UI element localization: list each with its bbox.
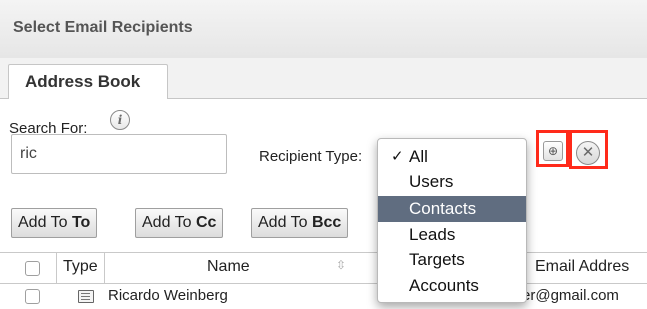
info-icon[interactable]: i [110, 110, 130, 130]
tab-address-book-label: Address Book [25, 72, 141, 91]
magnifier-plus-icon[interactable]: ⊕ [543, 141, 563, 161]
column-divider [56, 253, 57, 283]
row-email: er@gmail.com [522, 287, 619, 304]
add-cc-button[interactable]: Add To Cc [135, 208, 224, 238]
column-divider [104, 253, 105, 283]
add-bcc-strong: Bcc [311, 214, 342, 231]
clear-x-icon[interactable]: ✕ [576, 141, 600, 165]
option-targets[interactable]: Targets [378, 247, 526, 273]
tab-address-book[interactable]: Address Book [8, 64, 168, 99]
add-bcc-button[interactable]: Add To Bcc [251, 208, 349, 238]
select-all-checkbox[interactable] [25, 261, 40, 276]
column-email[interactable]: Email Addres [535, 258, 629, 276]
option-contacts[interactable]: Contacts [378, 196, 526, 222]
recipient-type-label: Recipient Type: [259, 148, 363, 165]
option-all[interactable]: ✓ All [378, 144, 526, 170]
add-cc-strong: Cc [195, 214, 217, 231]
option-users[interactable]: Users [378, 169, 526, 195]
add-to-button[interactable]: Add To To [11, 208, 98, 238]
search-input[interactable] [11, 134, 227, 174]
tab-strip: Address Book [0, 58, 647, 99]
table-row[interactable]: Ricardo Weinberg er@gmail.com [0, 283, 647, 309]
row-name: Ricardo Weinberg [108, 287, 228, 304]
column-type[interactable]: Type [63, 258, 98, 276]
add-cc-prefix: Add To [142, 214, 196, 231]
add-to-prefix: Add To [18, 214, 72, 231]
sort-icon[interactable]: ⇳ [336, 258, 346, 272]
row-checkbox[interactable] [25, 289, 40, 304]
column-name[interactable]: Name [207, 258, 250, 276]
option-leads[interactable]: Leads [378, 222, 526, 248]
recipient-type-dropdown[interactable]: ✓ All Users Contacts Leads Targets Accou… [377, 138, 527, 303]
contact-card-icon [78, 290, 94, 303]
option-accounts[interactable]: Accounts [378, 273, 526, 299]
checkmark-icon: ✓ [391, 148, 404, 165]
add-bcc-prefix: Add To [258, 214, 312, 231]
add-to-strong: To [71, 214, 91, 231]
results-table-header: Type Name ⇳ Email Addres [0, 252, 647, 284]
dialog-header: Select Email Recipients [0, 0, 647, 59]
dialog-title: Select Email Recipients [13, 19, 193, 36]
